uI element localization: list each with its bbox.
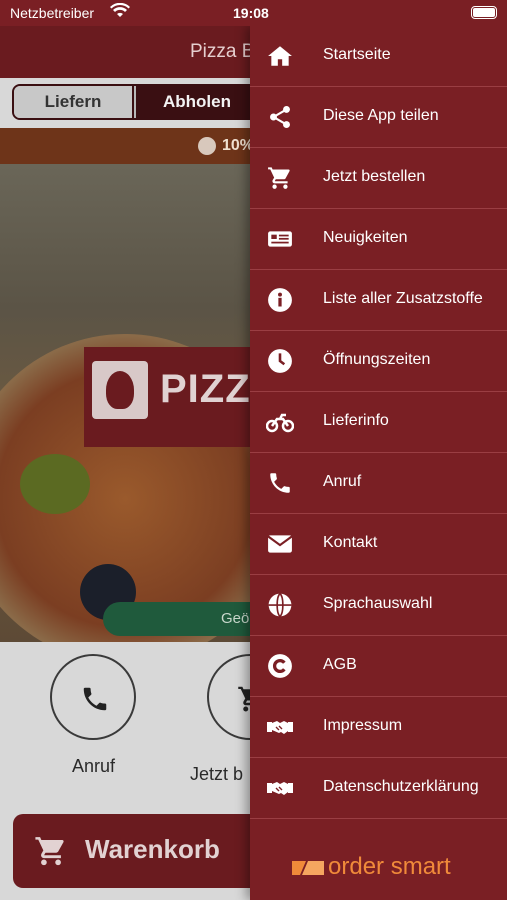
cart-icon xyxy=(35,836,64,866)
open-status-text: Geö xyxy=(221,610,250,627)
menu-item-contact[interactable]: Kontakt xyxy=(250,514,507,575)
menu-item-label: Jetzt bestellen xyxy=(323,168,426,185)
info-icon xyxy=(268,288,292,312)
page-title: Pizza B xyxy=(190,41,255,62)
carrier-name: Netzbetreiber xyxy=(10,5,95,21)
menu-item-label: Öffnungszeiten xyxy=(323,351,431,368)
menu-item-label: Neuigkeiten xyxy=(323,229,408,246)
globe-icon xyxy=(268,593,292,617)
menu-item-label: AGB xyxy=(323,656,357,673)
menu-item-label: Kontakt xyxy=(323,534,378,551)
motorcycle-icon xyxy=(266,413,294,433)
newspaper-icon xyxy=(268,231,292,247)
menu-item-label: Liste aller Zusatzstoffe xyxy=(323,290,483,307)
menu-item-language[interactable]: Sprachauswahl xyxy=(250,575,507,636)
cart-icon xyxy=(268,167,290,189)
menu-item-label: Lieferinfo xyxy=(323,412,389,429)
status-bar: Netzbetreiber 19:08 xyxy=(0,0,507,26)
handshake-icon xyxy=(267,782,293,795)
order-smart-wordmark: order smart xyxy=(328,853,451,880)
flame-icon xyxy=(92,361,148,419)
side-menu-drawer: Startseite Diese App teilen Jetzt bestel… xyxy=(250,26,507,900)
delivery-mode-toggle: Liefern Abholen xyxy=(12,84,258,120)
menu-item-label: Impressum xyxy=(323,717,403,734)
phone-icon xyxy=(270,473,290,493)
menu-item-label: Anruf xyxy=(323,473,362,490)
order-action-label: Jetzt b xyxy=(190,764,244,784)
battery-icon xyxy=(471,6,497,19)
cart-button-label: Warenkorb xyxy=(85,834,220,864)
order-smart-mark-icon xyxy=(292,861,324,875)
discount-badge-icon xyxy=(198,137,216,155)
order-smart-logo: order smart xyxy=(290,853,470,883)
restaurant-logo: PIZZA xyxy=(84,347,280,447)
call-action-button[interactable] xyxy=(50,654,136,740)
share-icon xyxy=(270,105,290,129)
menu-item-label: Startseite xyxy=(323,46,391,63)
clock-time: 19:08 xyxy=(233,5,269,21)
handshake-icon xyxy=(267,721,293,734)
phone-icon xyxy=(83,687,107,711)
menu-item-impressum[interactable]: Impressum xyxy=(250,697,507,758)
menu-item-call[interactable]: Anruf xyxy=(250,453,507,514)
envelope-icon xyxy=(267,535,293,553)
menu-item-startseite[interactable]: Startseite xyxy=(250,26,507,87)
menu-item-opening-hours[interactable]: Öffnungszeiten xyxy=(250,331,507,392)
home-icon xyxy=(268,46,292,66)
copyright-icon xyxy=(268,654,292,678)
wifi-icon xyxy=(110,3,130,17)
olive-decoration xyxy=(20,454,90,514)
menu-item-share-app[interactable]: Diese App teilen xyxy=(250,87,507,148)
call-action-label: Anruf xyxy=(72,756,116,776)
menu-item-label: Sprachauswahl xyxy=(323,595,433,612)
menu-item-news[interactable]: Neuigkeiten xyxy=(250,209,507,270)
clock-icon xyxy=(268,349,292,373)
mode-option-abholen[interactable]: Abholen xyxy=(136,86,256,118)
menu-item-label: Datenschutzerklärung xyxy=(323,778,479,795)
menu-item-additives[interactable]: Liste aller Zusatzstoffe xyxy=(250,270,507,331)
menu-item-privacy[interactable]: Datenschutzerklärung xyxy=(250,758,507,819)
menu-item-label: Diese App teilen xyxy=(323,107,439,124)
mode-option-liefern[interactable]: Liefern xyxy=(14,86,134,118)
menu-item-agb[interactable]: AGB xyxy=(250,636,507,697)
menu-item-delivery-info[interactable]: Lieferinfo xyxy=(250,392,507,453)
menu-item-order-now[interactable]: Jetzt bestellen xyxy=(250,148,507,209)
